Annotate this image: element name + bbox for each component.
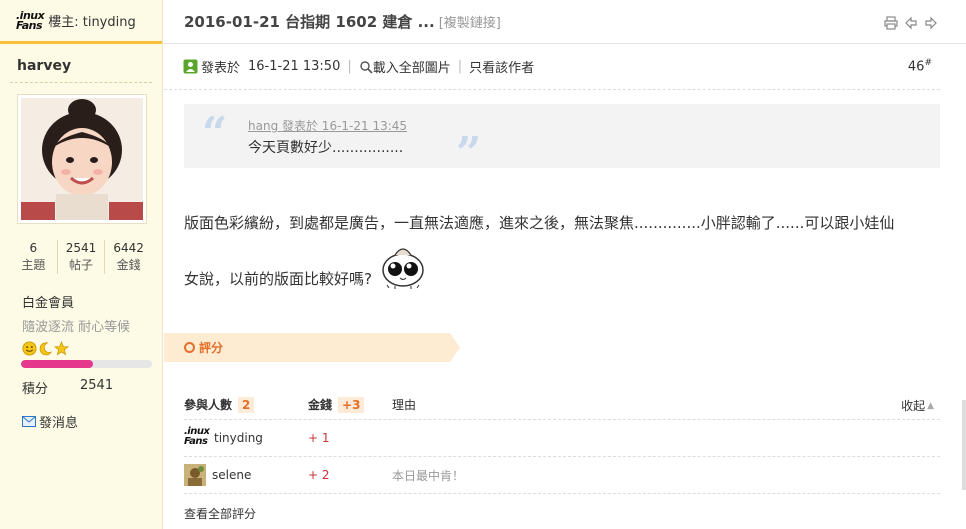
stat-threads[interactable]: 6 主題 <box>10 240 58 274</box>
cute-face-emoji-icon <box>382 247 424 289</box>
quote-author-link[interactable]: hang 發表於 16-1-21 13:45 <box>248 117 407 134</box>
credit-value: 2541 <box>80 378 114 393</box>
thread-title[interactable]: 2016-01-21 台指期 1602 建倉 ... <box>184 11 435 32</box>
participants-count: 2 <box>238 396 255 413</box>
rater-score: + 2 <box>308 468 330 482</box>
level-progress-fill <box>21 360 94 368</box>
load-images-label: 載入全部圖片 <box>372 61 451 76</box>
money-header: 金錢 +3 <box>308 396 392 413</box>
collapse-button[interactable]: 收起 ▲ <box>901 397 934 414</box>
moon-icon <box>39 341 53 355</box>
divider: | <box>347 59 352 74</box>
quote-text: 今天頁數好少................ <box>248 140 404 156</box>
stat-posts[interactable]: 2541 帖子 <box>58 240 106 274</box>
post-body: 版面色彩繽紛，到處都是廣告，一直無法適應，進來之後，無法聚焦..........… <box>184 195 944 307</box>
member-rank[interactable]: 白金會員 <box>22 292 162 312</box>
stat-money[interactable]: 6442 金錢 <box>105 240 152 274</box>
level-progress-bar <box>21 360 152 368</box>
rating-label-text: 評分 <box>199 341 224 355</box>
participants-label: 參與人數 <box>184 398 233 412</box>
credit-row: 積分 2541 <box>22 378 162 398</box>
magnifier-icon <box>360 60 373 74</box>
table-row: selene + 2 本日最中肯！ <box>184 457 940 494</box>
author-only-link[interactable]: 只看該作者 <box>469 57 534 76</box>
user-online-icon <box>183 59 198 74</box>
score-cell: + 2 <box>308 468 392 482</box>
load-images-link[interactable]: 載入全部圖片 <box>359 57 451 76</box>
rating-table: 參與人數 2 金錢 +3 理由 收起 ▲ .inux Fans tinyding… <box>184 390 940 494</box>
money-total: +3 <box>338 396 365 413</box>
credit-label: 積分 <box>22 382 49 397</box>
floor-number-value: 46 <box>907 59 925 75</box>
stat-label: 金錢 <box>116 258 141 272</box>
money-label: 金錢 <box>308 398 333 412</box>
divider: | <box>457 59 463 74</box>
stat-value: 6 <box>29 241 38 255</box>
stat-value: 6442 <box>113 241 144 255</box>
thread-starter-header: .inux Fans 樓主: tinyding <box>0 0 162 44</box>
reason-cell: 本日最中肯！ <box>392 467 940 484</box>
quote-block: “ hang 發表於 16-1-21 13:45 今天頁數好少.........… <box>184 104 940 179</box>
scrollbar[interactable] <box>962 400 966 490</box>
print-icon[interactable] <box>884 16 898 30</box>
quote-close-icon: ” <box>456 128 482 179</box>
star-icon <box>54 340 69 355</box>
send-message-label: 發消息 <box>39 416 79 431</box>
posted-time: 16-1-21 13:50 <box>248 59 341 74</box>
rater-avatar[interactable]: .inux Fans <box>184 427 210 449</box>
rating-circle-icon <box>184 342 195 353</box>
score-cell: + 1 <box>308 431 392 445</box>
prev-thread-icon[interactable] <box>904 16 918 30</box>
participants-header: 參與人數 2 <box>184 396 308 413</box>
collapse-label: 收起 <box>901 399 926 413</box>
stat-value: 2541 <box>65 241 97 255</box>
author-username[interactable]: harvey <box>0 44 162 82</box>
avatar-image[interactable] <box>21 98 143 220</box>
thread-starter-label[interactable]: 樓主: tinyding <box>48 11 136 30</box>
copy-link-button[interactable]: [複製鏈接] <box>439 12 501 31</box>
quote-open-icon: “ <box>202 108 228 159</box>
rater-cell[interactable]: selene <box>184 464 308 486</box>
rater-name[interactable]: tinyding <box>214 431 263 445</box>
post-body-line: 版面色彩繽紛，到處都是廣告，一直無法適應，進來之後，無法聚焦..........… <box>184 214 895 232</box>
rater-avatar[interactable] <box>184 464 206 486</box>
table-row: .inux Fans tinyding + 1 <box>184 420 940 457</box>
next-thread-icon[interactable] <box>924 16 938 30</box>
rater-cell[interactable]: .inux Fans tinyding <box>184 427 308 449</box>
post-body-line: 女說，以前的版面比較好嗎? <box>184 270 372 288</box>
post-body-line-wrap: 女說，以前的版面比較好嗎? <box>184 247 944 307</box>
envelope-icon <box>22 416 36 427</box>
reason-header: 理由 <box>392 398 417 412</box>
thread-tools <box>884 16 938 30</box>
linuxfans-logo: .inux Fans <box>16 8 45 32</box>
member-motto: 隨波逐流 耐心等候 <box>22 320 131 335</box>
post-meta-bar: 發表於 16-1-21 13:50 | 載入全部圖片 | 只看該作者 46# <box>164 44 940 90</box>
rater-reason: 本日最中肯！ <box>392 468 465 483</box>
divider <box>10 82 152 83</box>
posted-label: 發表於 <box>201 61 241 76</box>
send-message-button[interactable]: 發消息 <box>22 412 162 431</box>
view-all-ratings-link[interactable]: 查看全部評分 <box>184 505 256 522</box>
floor-number-mark: # <box>924 58 932 68</box>
thread-title-bar: 2016-01-21 台指期 1602 建倉 ... [複製鏈接] <box>164 0 966 44</box>
post-main: 2016-01-21 台指期 1602 建倉 ... [複製鏈接] 發表於 16… <box>164 0 966 529</box>
stat-label: 帖子 <box>69 258 94 272</box>
author-sidebar: .inuxFans 樓主: tinyding harvey 6 主題 2541 <box>0 0 163 529</box>
avatar[interactable] <box>17 94 147 224</box>
online-status: 發表於 16-1-21 13:50 <box>183 57 340 76</box>
rating-table-header: 參與人數 2 金錢 +3 理由 收起 ▲ <box>184 390 940 420</box>
rating-section-label[interactable]: 評分 <box>184 339 223 356</box>
floor-number[interactable]: 46# <box>908 58 932 74</box>
rater-name[interactable]: selene <box>212 468 251 482</box>
rater-score: + 1 <box>308 431 330 445</box>
rank-icons <box>22 340 162 356</box>
author-stats: 6 主題 2541 帖子 6442 金錢 <box>10 240 152 274</box>
stat-label: 主題 <box>21 258 46 272</box>
smile-icon <box>22 340 37 356</box>
chevron-up-icon: ▲ <box>927 400 934 411</box>
